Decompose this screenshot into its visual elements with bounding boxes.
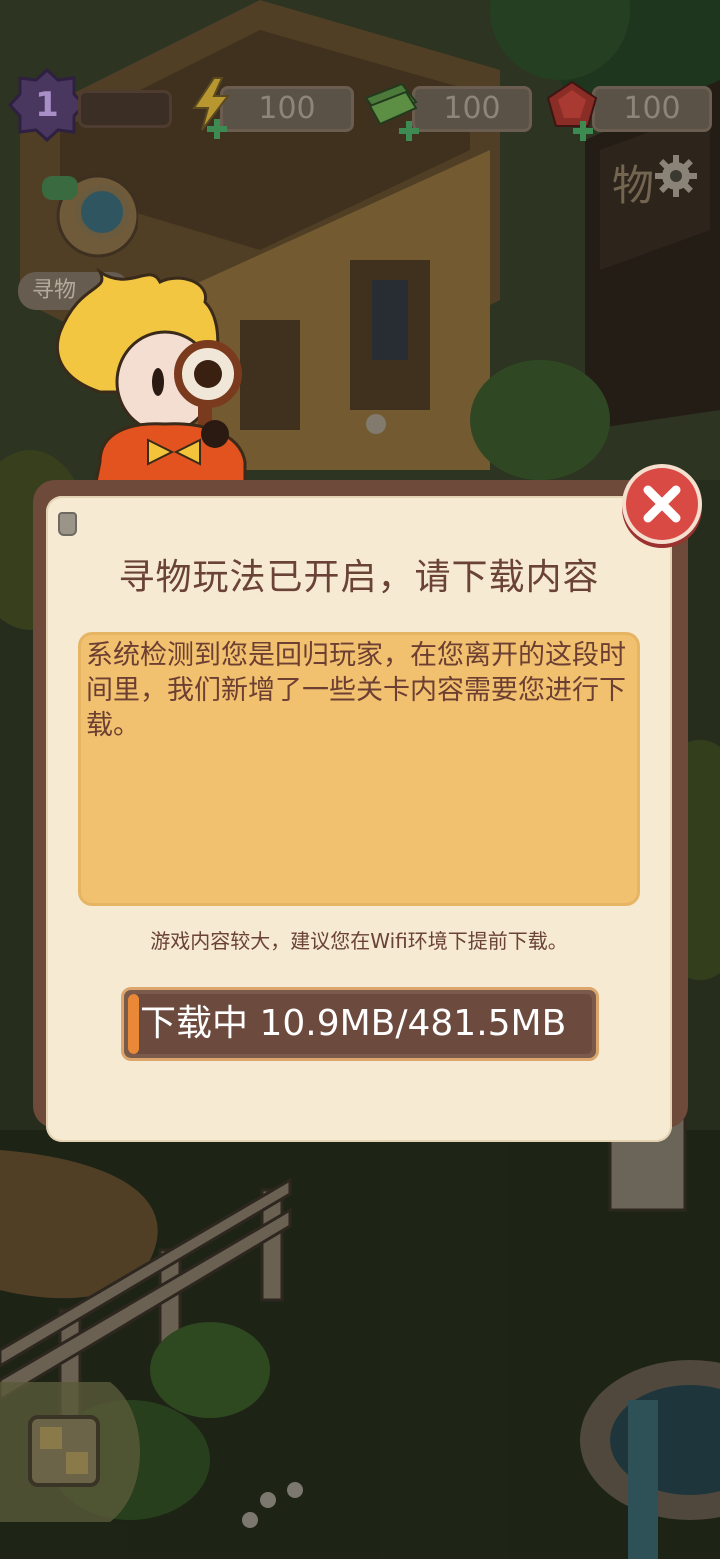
add-cash-icon[interactable] (398, 120, 420, 142)
find-items-mode-button[interactable] (22, 172, 140, 272)
energy-value: 100 (258, 91, 316, 126)
add-gem-icon[interactable] (572, 120, 594, 142)
magnifier-icon (42, 174, 140, 258)
detective-character (55, 267, 247, 487)
close-icon (643, 485, 681, 523)
gem-value: 100 (623, 91, 681, 126)
download-progress-bar[interactable]: 下载中 10.9MB/481.5MB (121, 987, 599, 1061)
cash-value: 100 (443, 91, 501, 126)
gear-icon[interactable] (654, 154, 698, 198)
dialog-title: 寻物玩法已开启，请下载内容 (118, 557, 600, 598)
dialog-message: 系统检测到您是回归玩家，在您离开的这段时间里，我们新增了一些关卡内容需要您进行下… (86, 640, 626, 741)
energy-counter[interactable]: 100 (220, 86, 354, 132)
wifi-hint: 游戏内容较大，建议您在Wifi环境下提前下载。 (150, 929, 568, 953)
progress-fill (128, 994, 139, 1054)
player-level-badge[interactable]: 1 (7, 66, 87, 144)
player-level: 1 (35, 85, 59, 125)
add-energy-icon[interactable] (206, 118, 228, 140)
map-button[interactable] (0, 1372, 160, 1532)
gem-counter[interactable]: 100 (592, 86, 712, 132)
top-hud: 1 100 100 100 (0, 66, 720, 156)
download-progress-label: 下载中 10.9MB/481.5MB (140, 1003, 567, 1044)
xp-bar (78, 90, 172, 128)
cash-counter[interactable]: 100 (412, 86, 532, 132)
close-button[interactable] (626, 468, 698, 540)
pin-icon (58, 512, 77, 536)
